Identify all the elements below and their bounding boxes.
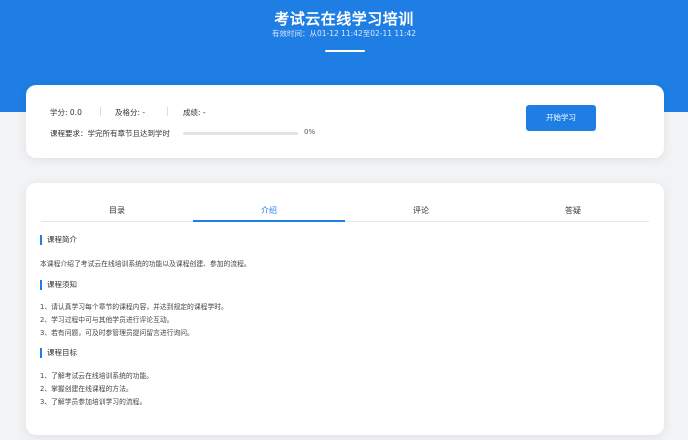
credit-stat: 学分: 0.0 — [50, 108, 82, 117]
score-stat: 成绩: - — [183, 108, 206, 117]
stat-divider — [167, 107, 168, 116]
progress-percent: 0% — [304, 128, 316, 136]
validity-period: 有效时间：从01-12 11:42至02-11 11:42 — [271, 29, 417, 38]
list-item: 3、若有问题，可及时参管理员提问留言进行询问。 — [40, 329, 194, 337]
tab-qa[interactable]: 答疑 — [497, 202, 649, 221]
title-underline — [325, 50, 365, 52]
list-item: 2、掌握创建在线课程的方法。 — [40, 385, 133, 393]
pass-score-stat: 及格分: - — [115, 108, 146, 117]
requirement-label: 课程要求：学完所有章节且达到学时 — [50, 129, 170, 138]
section-title-intro: 课程简介 — [40, 235, 77, 245]
list-item: 3、了解学员参加培训学习的流程。 — [40, 398, 147, 406]
course-title: 考试云在线学习培训 — [274, 10, 414, 28]
course-content-card: 目录 介绍 评论 答疑 课程简介 本课程介绍了考试云在线培训系统的功能以及课程创… — [26, 183, 664, 435]
list-item: 1、了解考试云在线培训系统的功能。 — [40, 372, 154, 380]
tab-intro[interactable]: 介绍 — [193, 202, 345, 222]
section-title-notice: 课程须知 — [40, 280, 77, 290]
tab-comments[interactable]: 评论 — [345, 202, 497, 221]
section-title-goals: 课程目标 — [40, 348, 77, 358]
intro-text: 本课程介绍了考试云在线培训系统的功能以及课程创建、参加的流程。 — [40, 260, 251, 268]
start-learning-button[interactable]: 开始学习 — [526, 105, 596, 131]
progress-bar — [183, 132, 298, 135]
tab-catalog[interactable]: 目录 — [41, 202, 193, 221]
stat-divider — [100, 107, 101, 116]
list-item: 1、请认真学习每个章节的课程内容，并达到规定的课程学时。 — [40, 303, 228, 311]
tab-bar: 目录 介绍 评论 答疑 — [41, 202, 649, 222]
list-item: 2、学习过程中可与其他学员进行评论互动。 — [40, 316, 174, 324]
course-info-card: 学分: 0.0 及格分: - 成绩: - 课程要求：学完所有章节且达到学时 0%… — [26, 85, 664, 158]
